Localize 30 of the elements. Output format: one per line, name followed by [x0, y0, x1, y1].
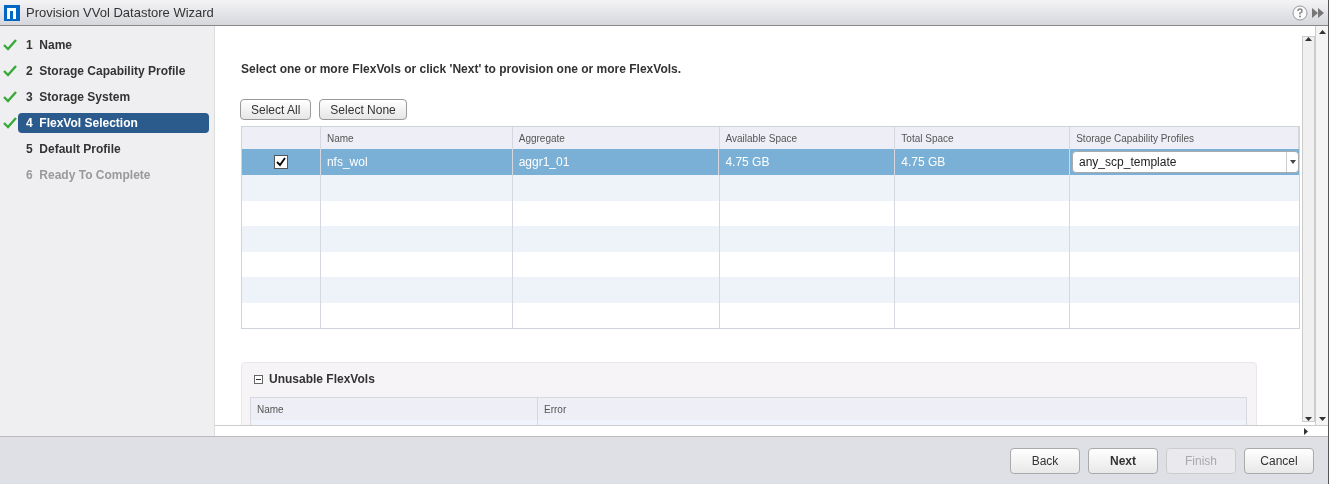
- footer-button[interactable]: Next: [1088, 447, 1158, 474]
- table-row[interactable]: nfs_wol aggr1_01 4.75 GB 4.75 GB any_scp_template: [242, 149, 1299, 175]
- row-checkbox[interactable]: [273, 155, 288, 169]
- footer-button[interactable]: Cancel: [1244, 447, 1314, 474]
- selection-button[interactable]: Select None: [319, 99, 407, 120]
- selection-button[interactable]: Select All: [240, 99, 312, 120]
- logo-icon: [4, 4, 20, 21]
- instruction-text: Select one or more FlexVols or click 'Next' to provision one or more FlexVols.: [241, 61, 683, 78]
- profile-dropdown[interactable]: any_scp_template: [1072, 151, 1299, 173]
- check-icon: [2, 39, 17, 51]
- vertical-scrollbar[interactable]: [1302, 36, 1315, 422]
- check-icon: [2, 117, 17, 129]
- section-title: Unusable FlexVols: [269, 371, 375, 388]
- outer-scrollbar[interactable]: [1315, 26, 1328, 425]
- check-icon: [2, 91, 17, 103]
- window-title: Provision VVol Datastore Wizard: [26, 3, 214, 22]
- column-header[interactable]: Error: [538, 398, 1246, 420]
- scroll-right-icon[interactable]: [1304, 427, 1308, 435]
- wizard-step[interactable]: 5 Default Profile: [18, 139, 209, 159]
- wizard-step[interactable]: 1 Name: [18, 35, 209, 55]
- wizard-step[interactable]: 4 FlexVol Selection: [18, 113, 209, 133]
- check-icon: [2, 65, 17, 77]
- wizard-step[interactable]: 2 Storage Capability Profile: [18, 61, 209, 81]
- footer-button[interactable]: Back: [1010, 447, 1080, 474]
- wizard-step[interactable]: 3 Storage System: [18, 87, 209, 107]
- dropdown-caret-icon: [1289, 160, 1296, 164]
- help-icon[interactable]: [1292, 4, 1308, 21]
- fast-forward-icon[interactable]: [1312, 7, 1324, 18]
- collapse-toggle[interactable]: [254, 374, 263, 384]
- horizontal-scrollbar[interactable]: [215, 425, 1328, 436]
